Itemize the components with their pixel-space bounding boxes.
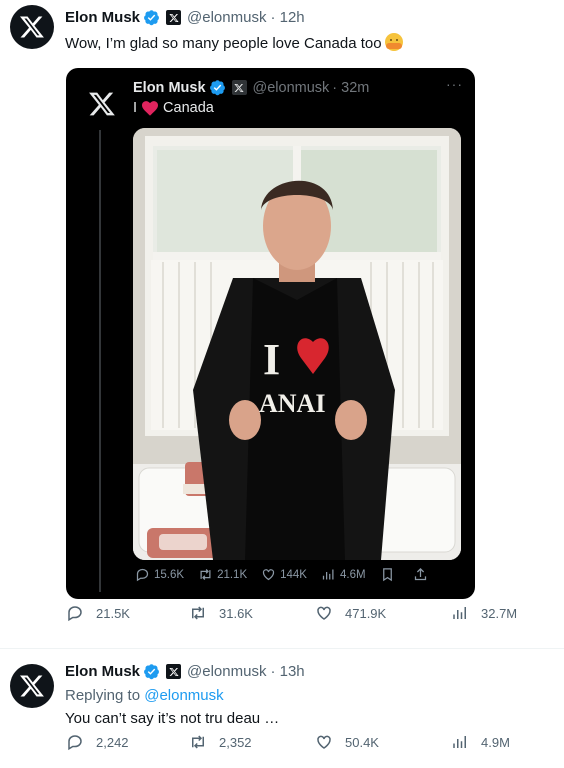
reply-count: 21.5K bbox=[96, 605, 130, 621]
x-affiliate-badge-icon bbox=[231, 80, 247, 95]
quoted-reply-button[interactable]: 15.6K bbox=[135, 567, 184, 582]
author-handle[interactable]: @elonmusk bbox=[187, 663, 266, 680]
x-affiliate-badge-icon bbox=[166, 10, 182, 25]
hugging-face-emoji-icon bbox=[384, 33, 403, 51]
quoted-bookmark-button[interactable] bbox=[380, 567, 399, 582]
replying-to: Replying to @elonmusk bbox=[65, 687, 224, 704]
retweet-button[interactable]: 2,352 bbox=[189, 733, 252, 751]
timestamp[interactable]: · 13h bbox=[270, 663, 304, 680]
avatar[interactable] bbox=[10, 5, 54, 49]
quoted-author-name[interactable]: Elon Musk bbox=[133, 80, 206, 96]
like-icon bbox=[317, 606, 331, 620]
views-button[interactable]: 32.7M bbox=[451, 604, 517, 622]
retweet-count: 31.6K bbox=[219, 605, 253, 621]
reply-button[interactable]: 21.5K bbox=[66, 604, 130, 622]
author-name[interactable]: Elon Musk bbox=[65, 663, 140, 680]
reply-icon bbox=[68, 606, 82, 622]
timestamp[interactable]: · 12h bbox=[270, 9, 304, 26]
quoted-timestamp[interactable]: · 32m bbox=[332, 80, 369, 96]
quoted-share-button[interactable] bbox=[413, 567, 432, 582]
verified-badge-icon bbox=[144, 10, 159, 26]
author-handle[interactable]: @elonmusk bbox=[187, 9, 266, 26]
x-logo-icon bbox=[89, 92, 115, 116]
quoted-tweet-header: Elon Musk @elonmusk · 32m bbox=[133, 79, 369, 96]
like-icon bbox=[317, 735, 331, 749]
quoted-retweet-count: 21.1K bbox=[217, 568, 248, 581]
like-button[interactable]: 50.4K bbox=[315, 733, 379, 751]
tweet-text-content: Wow, I’m glad so many people love Canada… bbox=[65, 35, 382, 52]
like-count: 50.4K bbox=[345, 734, 379, 750]
shirt-print-bottom: ANAI bbox=[259, 389, 325, 418]
verified-badge-icon bbox=[209, 80, 225, 96]
views-count: 32.7M bbox=[481, 605, 518, 621]
tweet-main[interactable]: Elon Musk @elonmusk · 12h Wow, I’m glad … bbox=[0, 0, 564, 648]
retweet-button[interactable]: 31.6K bbox=[189, 604, 253, 622]
tweet-header: Elon Musk @elonmusk · 12h bbox=[65, 9, 305, 26]
retweet-icon bbox=[192, 606, 204, 620]
quoted-reply-count: 15.6K bbox=[154, 568, 185, 581]
quoted-views-count: 4.6M bbox=[339, 568, 366, 581]
x-logo-icon bbox=[19, 675, 44, 697]
quoted-text-start: I bbox=[133, 100, 138, 116]
more-options-icon[interactable]: ··· bbox=[446, 76, 463, 92]
quoted-photo[interactable]: I ANAI bbox=[133, 128, 461, 560]
author-name[interactable]: Elon Musk bbox=[65, 9, 140, 26]
photo-man-in-canada-shirt: I ANAI bbox=[133, 128, 461, 560]
reply-icon bbox=[136, 568, 149, 582]
x-affiliate-badge-icon bbox=[166, 664, 182, 679]
thread-line bbox=[99, 130, 101, 592]
like-button[interactable]: 471.9K bbox=[315, 604, 386, 622]
views-button[interactable]: 4.9M bbox=[451, 733, 510, 751]
quoted-tweet-text: I Canada bbox=[133, 100, 214, 116]
replying-to-label: Replying to bbox=[65, 687, 141, 704]
bookmark-icon bbox=[382, 568, 392, 582]
tweet-header: Elon Musk @elonmusk · 13h bbox=[65, 663, 305, 680]
quoted-like-button[interactable]: 144K bbox=[261, 567, 307, 582]
retweet-count: 2,352 bbox=[219, 734, 252, 750]
quoted-retweet-button[interactable]: 21.1K bbox=[198, 567, 247, 582]
red-heart-icon bbox=[142, 100, 159, 116]
quoted-tweet-actions: 15.6K 21.1K 144K 4.6M bbox=[135, 567, 465, 582]
quoted-tweet[interactable]: Elon Musk @elonmusk · 32m ··· I Canada I… bbox=[66, 68, 475, 599]
retweet-icon bbox=[200, 569, 211, 580]
views-icon bbox=[453, 736, 466, 748]
share-icon bbox=[414, 567, 426, 581]
reply-count: 2,242 bbox=[96, 734, 129, 750]
views-count: 4.9M bbox=[481, 734, 510, 750]
tweet-reply[interactable]: Elon Musk @elonmusk · 13h Replying to @e… bbox=[0, 648, 564, 768]
x-logo-icon bbox=[19, 16, 44, 38]
tweet-text: You can’t say it’s not tru deau … bbox=[65, 710, 280, 727]
retweet-icon bbox=[192, 735, 204, 749]
shirt-print-top: I bbox=[263, 335, 280, 384]
views-icon bbox=[322, 569, 334, 580]
avatar[interactable] bbox=[10, 664, 54, 708]
views-icon bbox=[453, 607, 466, 619]
reply-button[interactable]: 2,242 bbox=[66, 733, 129, 751]
tweet-text: Wow, I’m glad so many people love Canada… bbox=[65, 33, 403, 54]
quoted-like-count: 144K bbox=[280, 568, 307, 581]
replying-to-mention[interactable]: @elonmusk bbox=[144, 687, 223, 704]
quoted-author-handle[interactable]: @elonmusk bbox=[253, 80, 330, 96]
verified-badge-icon bbox=[144, 664, 159, 680]
quoted-text-end: Canada bbox=[163, 100, 214, 116]
like-count: 471.9K bbox=[345, 605, 387, 621]
reply-icon bbox=[68, 735, 82, 751]
like-icon bbox=[263, 569, 275, 581]
quoted-views-button[interactable]: 4.6M bbox=[321, 567, 366, 582]
